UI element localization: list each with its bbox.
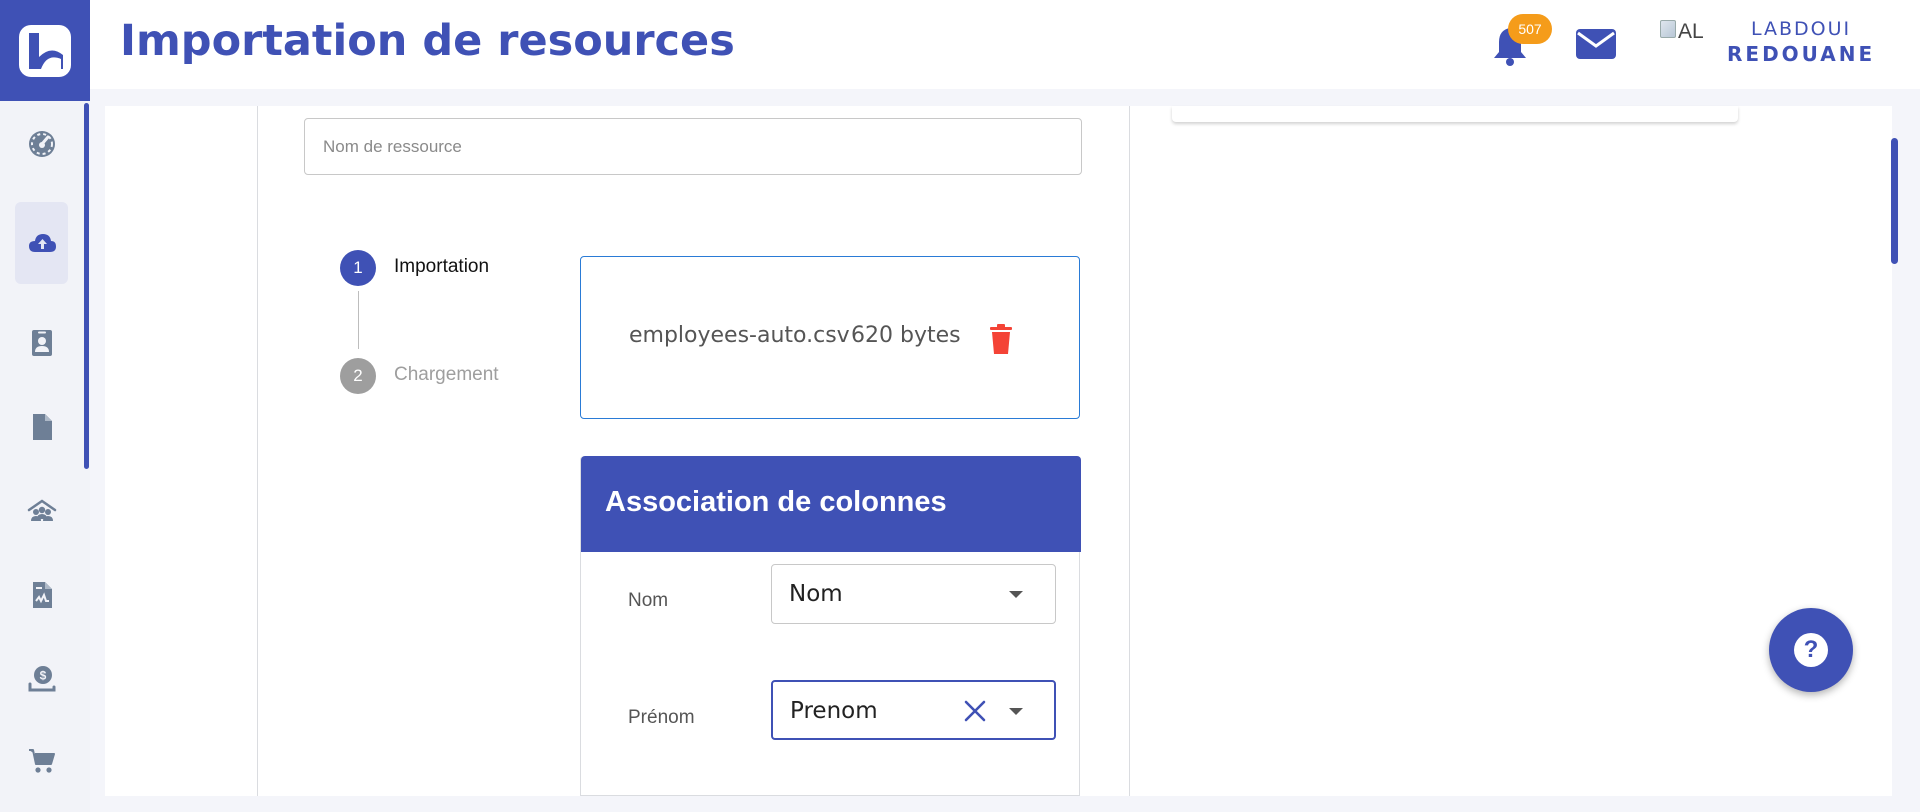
notification-badge: 507 <box>1508 14 1552 44</box>
file-size: 620 bytes <box>851 323 961 348</box>
page-scrollbar[interactable] <box>1891 138 1898 264</box>
field-label-nom: Nom <box>628 590 669 611</box>
sidebar-item-receipts[interactable] <box>15 554 68 636</box>
step-1-label[interactable]: Importation <box>394 256 489 278</box>
mail-icon[interactable] <box>1575 28 1617 60</box>
top-header: Importation de resources 507 AL LABDOUI … <box>90 0 1920 89</box>
cart-icon <box>28 749 55 773</box>
column-association-title: Association de colonnes <box>605 486 947 518</box>
cloud-upload-icon <box>28 234 56 252</box>
user-menu[interactable]: LABDOUI REDOUANE <box>1727 18 1875 66</box>
select-prenom[interactable]: Prenom <box>771 680 1056 740</box>
sidebar-item-team[interactable] <box>15 470 68 552</box>
logo-icon <box>19 24 71 77</box>
column-association-header: Association de colonnes <box>581 456 1081 552</box>
team-icon <box>27 499 56 521</box>
user-first-name: LABDOUI <box>1751 18 1852 40</box>
dashboard-gauge-icon <box>28 131 55 157</box>
payment-icon: $ <box>28 666 55 692</box>
sidebar-item-documents[interactable] <box>15 386 68 468</box>
column-association-card: Association de colonnes Nom Nom Prénom P… <box>580 456 1081 796</box>
stepper-connector <box>358 291 359 349</box>
page-title: Importation de resources <box>120 16 735 66</box>
app-logo[interactable] <box>0 0 90 101</box>
avatar[interactable]: AL <box>1660 20 1704 44</box>
sidebar-item-dashboard[interactable] <box>15 103 68 185</box>
sidebar-scrollbar[interactable] <box>84 103 89 469</box>
step-2-number[interactable]: 2 <box>340 358 376 394</box>
file-name: employees-auto.csv <box>629 323 850 348</box>
sidebar-item-payments[interactable]: $ <box>15 638 68 720</box>
avatar-alt-text: AL <box>1678 20 1704 43</box>
help-button[interactable]: ? <box>1769 608 1853 692</box>
document-icon <box>32 414 52 440</box>
user-last-name: REDOUANE <box>1727 42 1876 66</box>
contact-card-icon <box>31 330 52 356</box>
select-nom[interactable]: Nom <box>771 564 1056 624</box>
caret-down-icon[interactable] <box>1009 708 1023 715</box>
help-question-icon: ? <box>1794 633 1828 667</box>
field-label-prenom: Prénom <box>628 707 695 728</box>
step-2-label[interactable]: Chargement <box>394 364 499 386</box>
svg-text:$: $ <box>39 669 46 683</box>
sidebar-item-contacts[interactable] <box>15 302 68 384</box>
caret-down-icon[interactable] <box>1009 591 1023 598</box>
step-1-number[interactable]: 1 <box>340 250 376 286</box>
clear-icon[interactable] <box>963 699 987 723</box>
select-prenom-value: Prenom <box>790 698 878 724</box>
uploaded-file-box[interactable]: employees-auto.csv 620 bytes <box>580 256 1080 419</box>
receipt-icon <box>32 582 52 608</box>
select-nom-value: Nom <box>789 581 843 607</box>
delete-file-icon[interactable] <box>987 323 1015 355</box>
broken-image-icon <box>1660 20 1676 38</box>
sidebar: $ <box>0 0 90 812</box>
side-card <box>1172 106 1738 122</box>
sidebar-item-import[interactable] <box>15 202 68 284</box>
resource-name-input[interactable] <box>304 118 1082 175</box>
sidebar-item-cart[interactable] <box>15 720 68 802</box>
